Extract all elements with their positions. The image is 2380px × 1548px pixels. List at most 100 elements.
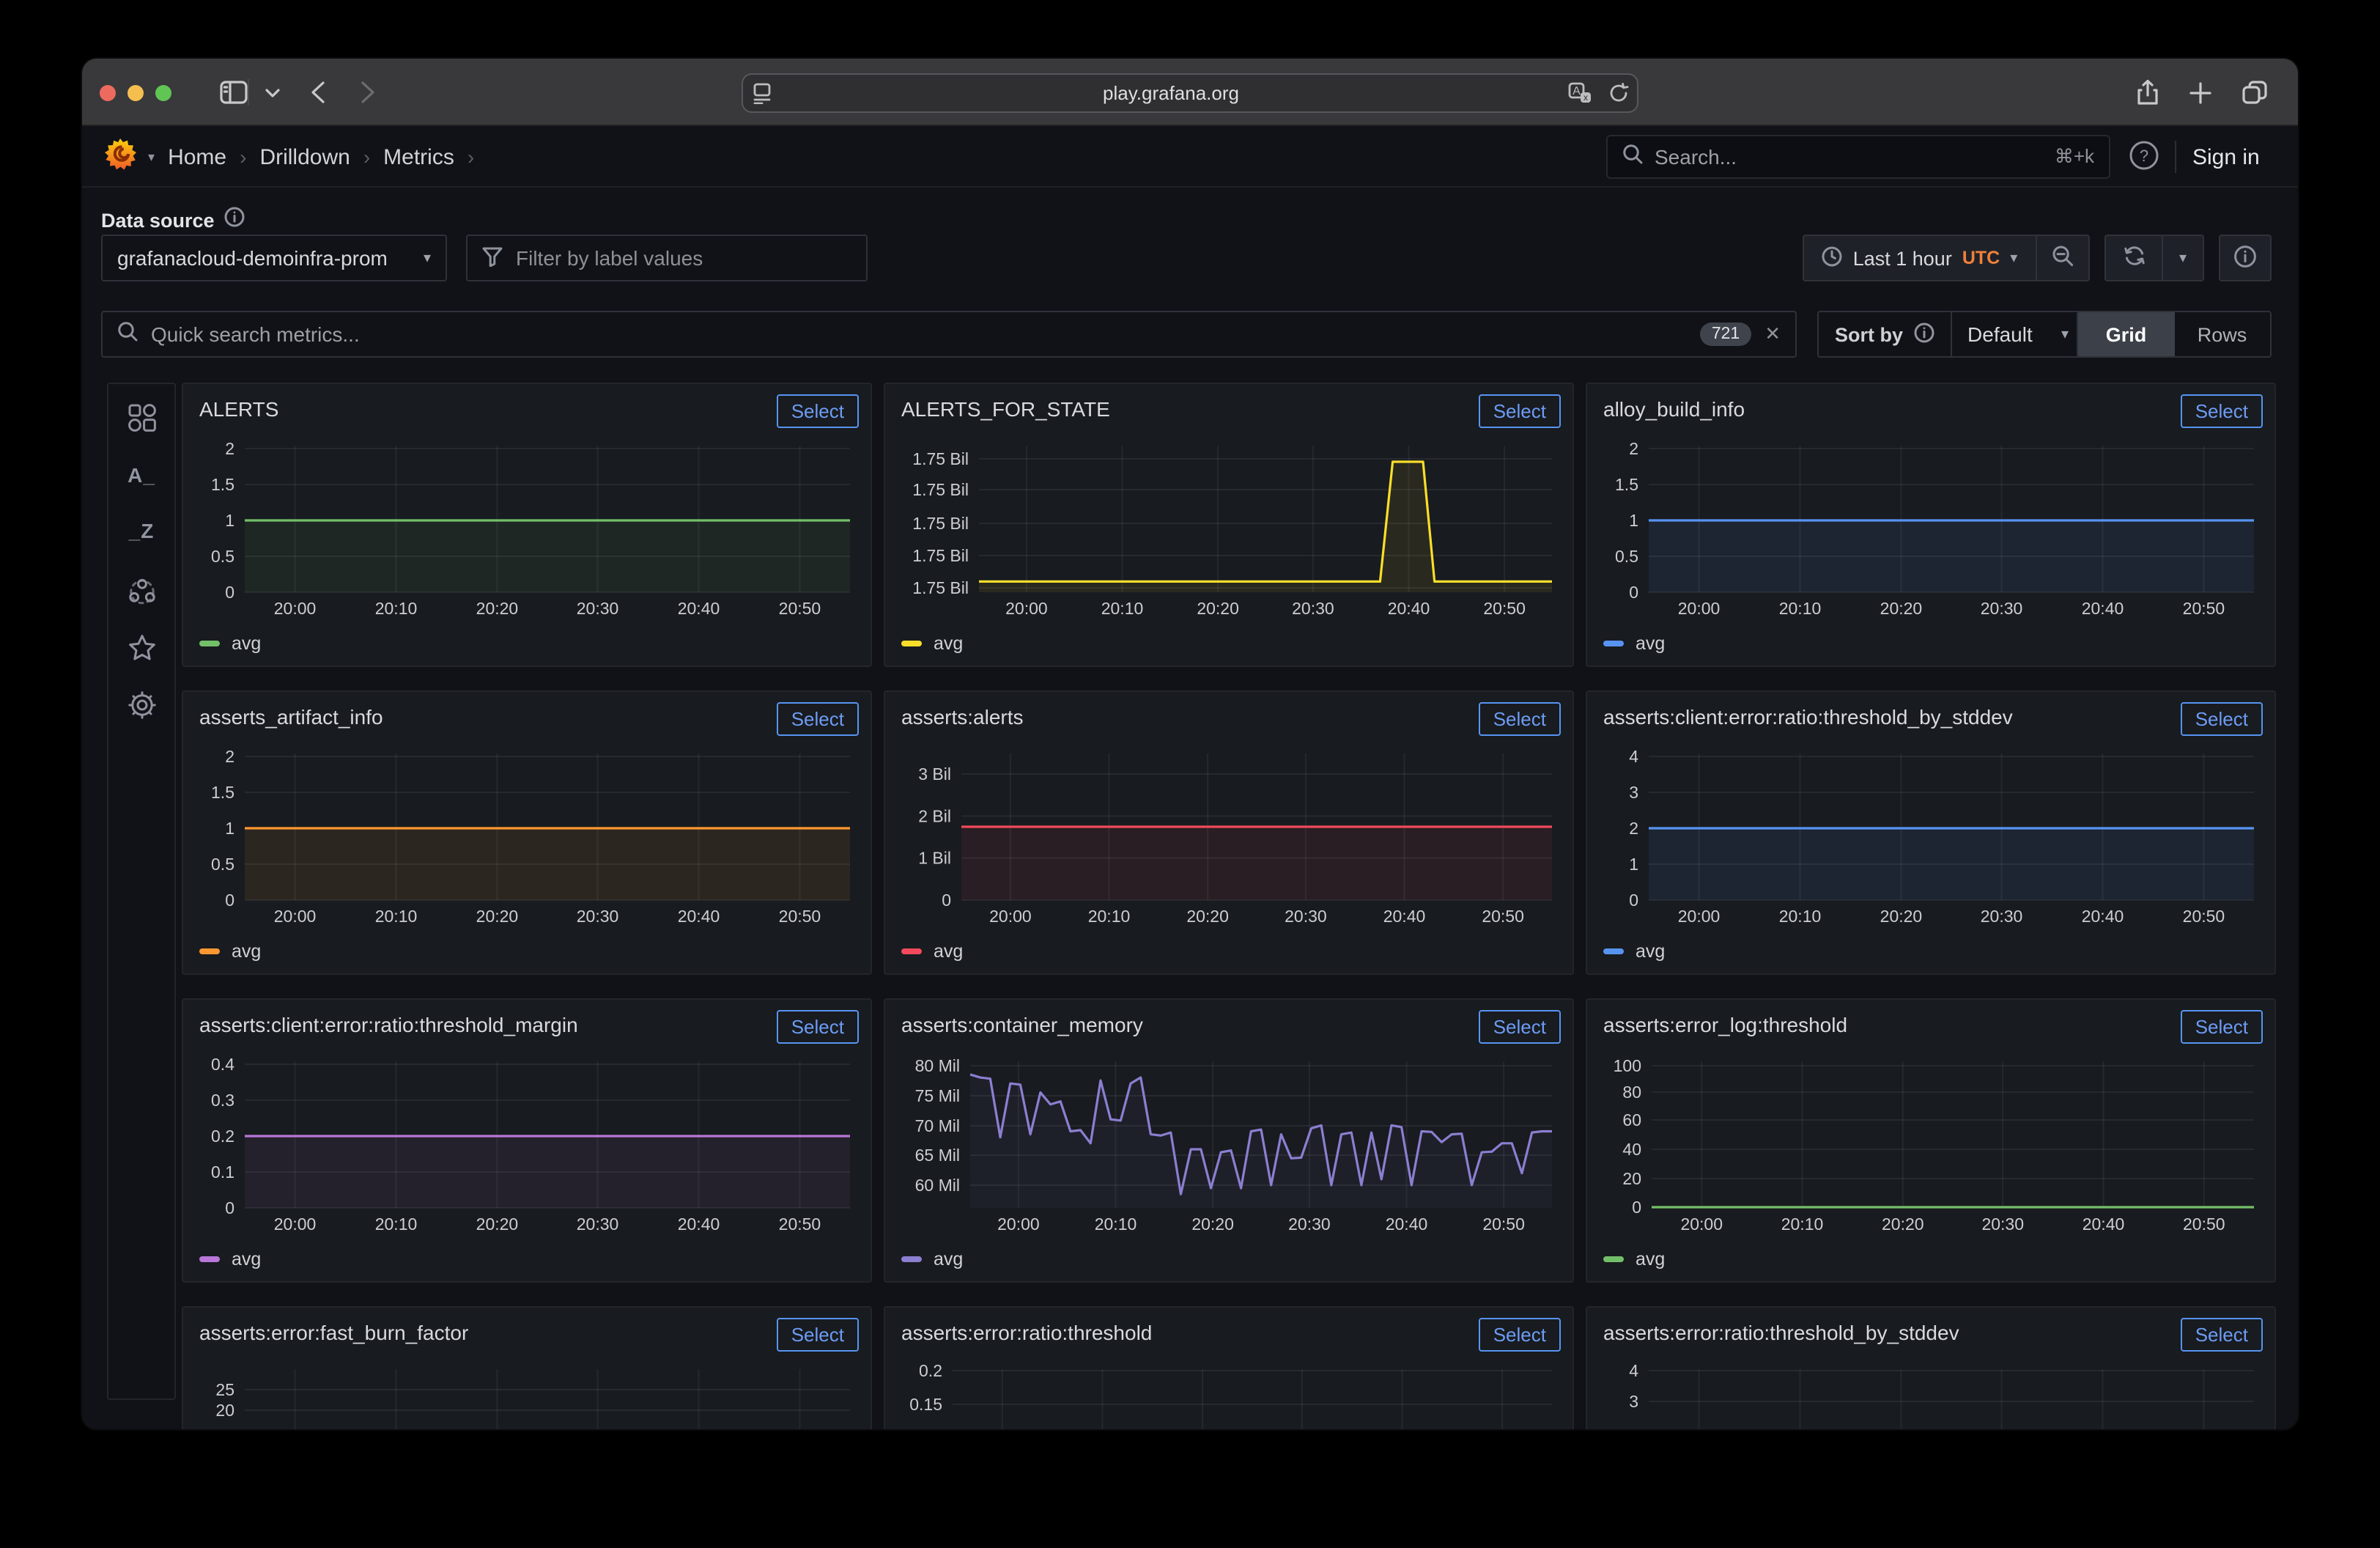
- sidebar-toggle-icon[interactable]: [215, 76, 251, 108]
- time-range-button[interactable]: Last 1 hour UTC ▾: [1803, 235, 2037, 281]
- search-icon: [117, 320, 138, 348]
- select-button[interactable]: Select: [777, 1010, 859, 1044]
- select-button[interactable]: Select: [1479, 702, 1561, 736]
- select-button[interactable]: Select: [1479, 1318, 1561, 1352]
- metric-chart[interactable]: 20:0020:1020:2020:3020:4020:5021.510.50: [195, 437, 862, 619]
- help-icon[interactable]: ?: [2128, 139, 2160, 179]
- close-button[interactable]: [100, 85, 116, 101]
- svg-text:20:00: 20:00: [1005, 599, 1048, 618]
- metric-chart[interactable]: 20:0020:1020:2020:3020:4020:5043: [1599, 1360, 2266, 1429]
- select-button[interactable]: Select: [777, 1318, 859, 1352]
- metric-panel: alloy_build_info Select 20:0020:1020:202…: [1586, 383, 2276, 667]
- svg-text:0: 0: [225, 891, 234, 910]
- forward-button[interactable]: [350, 76, 385, 108]
- metric-chart[interactable]: 20:0020:1020:2020:3020:4020:5021.510.50: [1599, 437, 2266, 619]
- chart-legend[interactable]: avg: [1603, 1249, 1665, 1269]
- new-tab-icon[interactable]: [2182, 76, 2217, 108]
- metric-chart[interactable]: 20:0020:1020:2020:3020:4020:502520: [195, 1360, 862, 1429]
- svg-text:20:40: 20:40: [1383, 907, 1426, 926]
- chart-legend[interactable]: avg: [1603, 941, 1665, 962]
- chart-legend[interactable]: avg: [199, 633, 261, 654]
- metric-chart[interactable]: 20:0020:1020:2020:3020:4020:500.20.15: [897, 1360, 1564, 1429]
- metric-chart[interactable]: 20:0020:1020:2020:3020:4020:5043210: [1599, 745, 2266, 926]
- metric-chart[interactable]: 20:0020:1020:2020:3020:4020:500.40.30.20…: [195, 1053, 862, 1234]
- minimize-button[interactable]: [128, 85, 144, 101]
- svg-text:20:20: 20:20: [476, 599, 519, 618]
- metric-chart[interactable]: 20:0020:1020:2020:3020:4020:501.75 Bil1.…: [897, 437, 1564, 619]
- view-rows-button[interactable]: Rows: [2174, 312, 2270, 356]
- metric-panel: asserts:error_log:threshold Select 20:00…: [1586, 998, 2276, 1283]
- panel-info-button[interactable]: [2219, 235, 2272, 281]
- address-bar[interactable]: play.grafana.org Ax: [742, 73, 1638, 113]
- svg-text:20:50: 20:50: [1482, 907, 1524, 926]
- select-button[interactable]: Select: [777, 702, 859, 736]
- tab-overview-icon[interactable]: [2236, 76, 2272, 108]
- breadcrumb-separator: ›: [240, 145, 246, 169]
- refresh-interval-button[interactable]: ▾: [2163, 235, 2204, 281]
- zoom-button[interactable]: [155, 85, 171, 101]
- breadcrumb-home[interactable]: Home: [168, 144, 226, 169]
- chart-legend[interactable]: avg: [199, 941, 261, 962]
- select-button[interactable]: Select: [2181, 1318, 2263, 1352]
- svg-text:20:50: 20:50: [779, 907, 821, 926]
- info-icon[interactable]: [1913, 322, 1934, 347]
- side-rail: A_ _Z: [107, 383, 176, 1400]
- svg-text:25: 25: [215, 1380, 234, 1399]
- select-button[interactable]: Select: [2181, 394, 2263, 428]
- refresh-group: ▾: [2104, 235, 2204, 281]
- chart-legend[interactable]: avg: [901, 941, 963, 962]
- clear-search-icon[interactable]: ✕: [1764, 322, 1781, 346]
- reader-mode-icon[interactable]: [743, 82, 781, 104]
- sidebar-chevron-icon[interactable]: [255, 76, 290, 108]
- chart-legend[interactable]: avg: [1603, 633, 1665, 654]
- svg-text:0.15: 0.15: [909, 1395, 942, 1414]
- view-grid-button[interactable]: Grid: [2078, 312, 2174, 356]
- star-icon[interactable]: [108, 633, 174, 663]
- org-chevron-icon[interactable]: ▾: [148, 149, 155, 165]
- back-button[interactable]: [300, 76, 336, 108]
- sort-az-icon[interactable]: A_: [108, 463, 174, 487]
- zoom-out-button[interactable]: [2037, 235, 2090, 281]
- select-button[interactable]: Select: [2181, 702, 2263, 736]
- global-search-box[interactable]: ⌘+k: [1606, 135, 2110, 179]
- svg-text:20:20: 20:20: [1880, 907, 1923, 926]
- sort-value-select[interactable]: Default ▾: [1950, 311, 2086, 358]
- breadcrumb-drilldown[interactable]: Drilldown: [259, 144, 350, 169]
- cluster-icon[interactable]: [108, 576, 174, 605]
- label-filter-field[interactable]: [466, 235, 868, 281]
- sort-za-icon[interactable]: _Z: [108, 519, 174, 542]
- global-search-input[interactable]: [1655, 145, 2043, 169]
- refresh-button[interactable]: [2104, 235, 2163, 281]
- svg-text:1 Bil: 1 Bil: [918, 849, 951, 868]
- legend-swatch: [901, 948, 922, 954]
- chart-legend[interactable]: avg: [901, 1249, 963, 1269]
- quick-search-input[interactable]: [151, 322, 1687, 346]
- select-button[interactable]: Select: [777, 394, 859, 428]
- chart-legend[interactable]: avg: [199, 1249, 261, 1269]
- search-icon: [1622, 143, 1643, 171]
- grafana-logo-icon[interactable]: [103, 136, 138, 178]
- chart-legend[interactable]: avg: [901, 633, 963, 654]
- translate-icon[interactable]: Ax: [1561, 82, 1599, 104]
- share-icon[interactable]: [2129, 76, 2165, 108]
- select-button[interactable]: Select: [1479, 1010, 1561, 1044]
- apps-grid-icon[interactable]: [108, 403, 174, 432]
- sign-in-button[interactable]: Sign in: [2192, 126, 2260, 188]
- info-icon[interactable]: [225, 207, 245, 235]
- select-button[interactable]: Select: [1479, 394, 1561, 428]
- legend-swatch: [199, 641, 220, 646]
- select-button[interactable]: Select: [2181, 1010, 2263, 1044]
- reload-icon[interactable]: [1599, 82, 1637, 104]
- label-filter-input[interactable]: [516, 246, 851, 270]
- data-source-select[interactable]: grafanacloud-demoinfra-prom ▾: [101, 235, 447, 281]
- metric-chart[interactable]: 20:0020:1020:2020:3020:4020:5080 Mil75 M…: [897, 1053, 1564, 1234]
- breadcrumb-metrics[interactable]: Metrics: [383, 144, 454, 169]
- metric-chart[interactable]: 20:0020:1020:2020:3020:4020:5021.510.50: [195, 745, 862, 926]
- navbar-divider: [2175, 141, 2176, 173]
- svg-text:80: 80: [1622, 1083, 1641, 1102]
- gear-icon[interactable]: [108, 690, 174, 720]
- quick-search-box[interactable]: 721 ✕: [101, 311, 1797, 358]
- metric-chart[interactable]: 20:0020:1020:2020:3020:4020:503 Bil2 Bil…: [897, 745, 1564, 926]
- metric-chart[interactable]: 20:0020:1020:2020:3020:4020:501008060402…: [1599, 1053, 2266, 1234]
- svg-text:20:00: 20:00: [1680, 1215, 1723, 1234]
